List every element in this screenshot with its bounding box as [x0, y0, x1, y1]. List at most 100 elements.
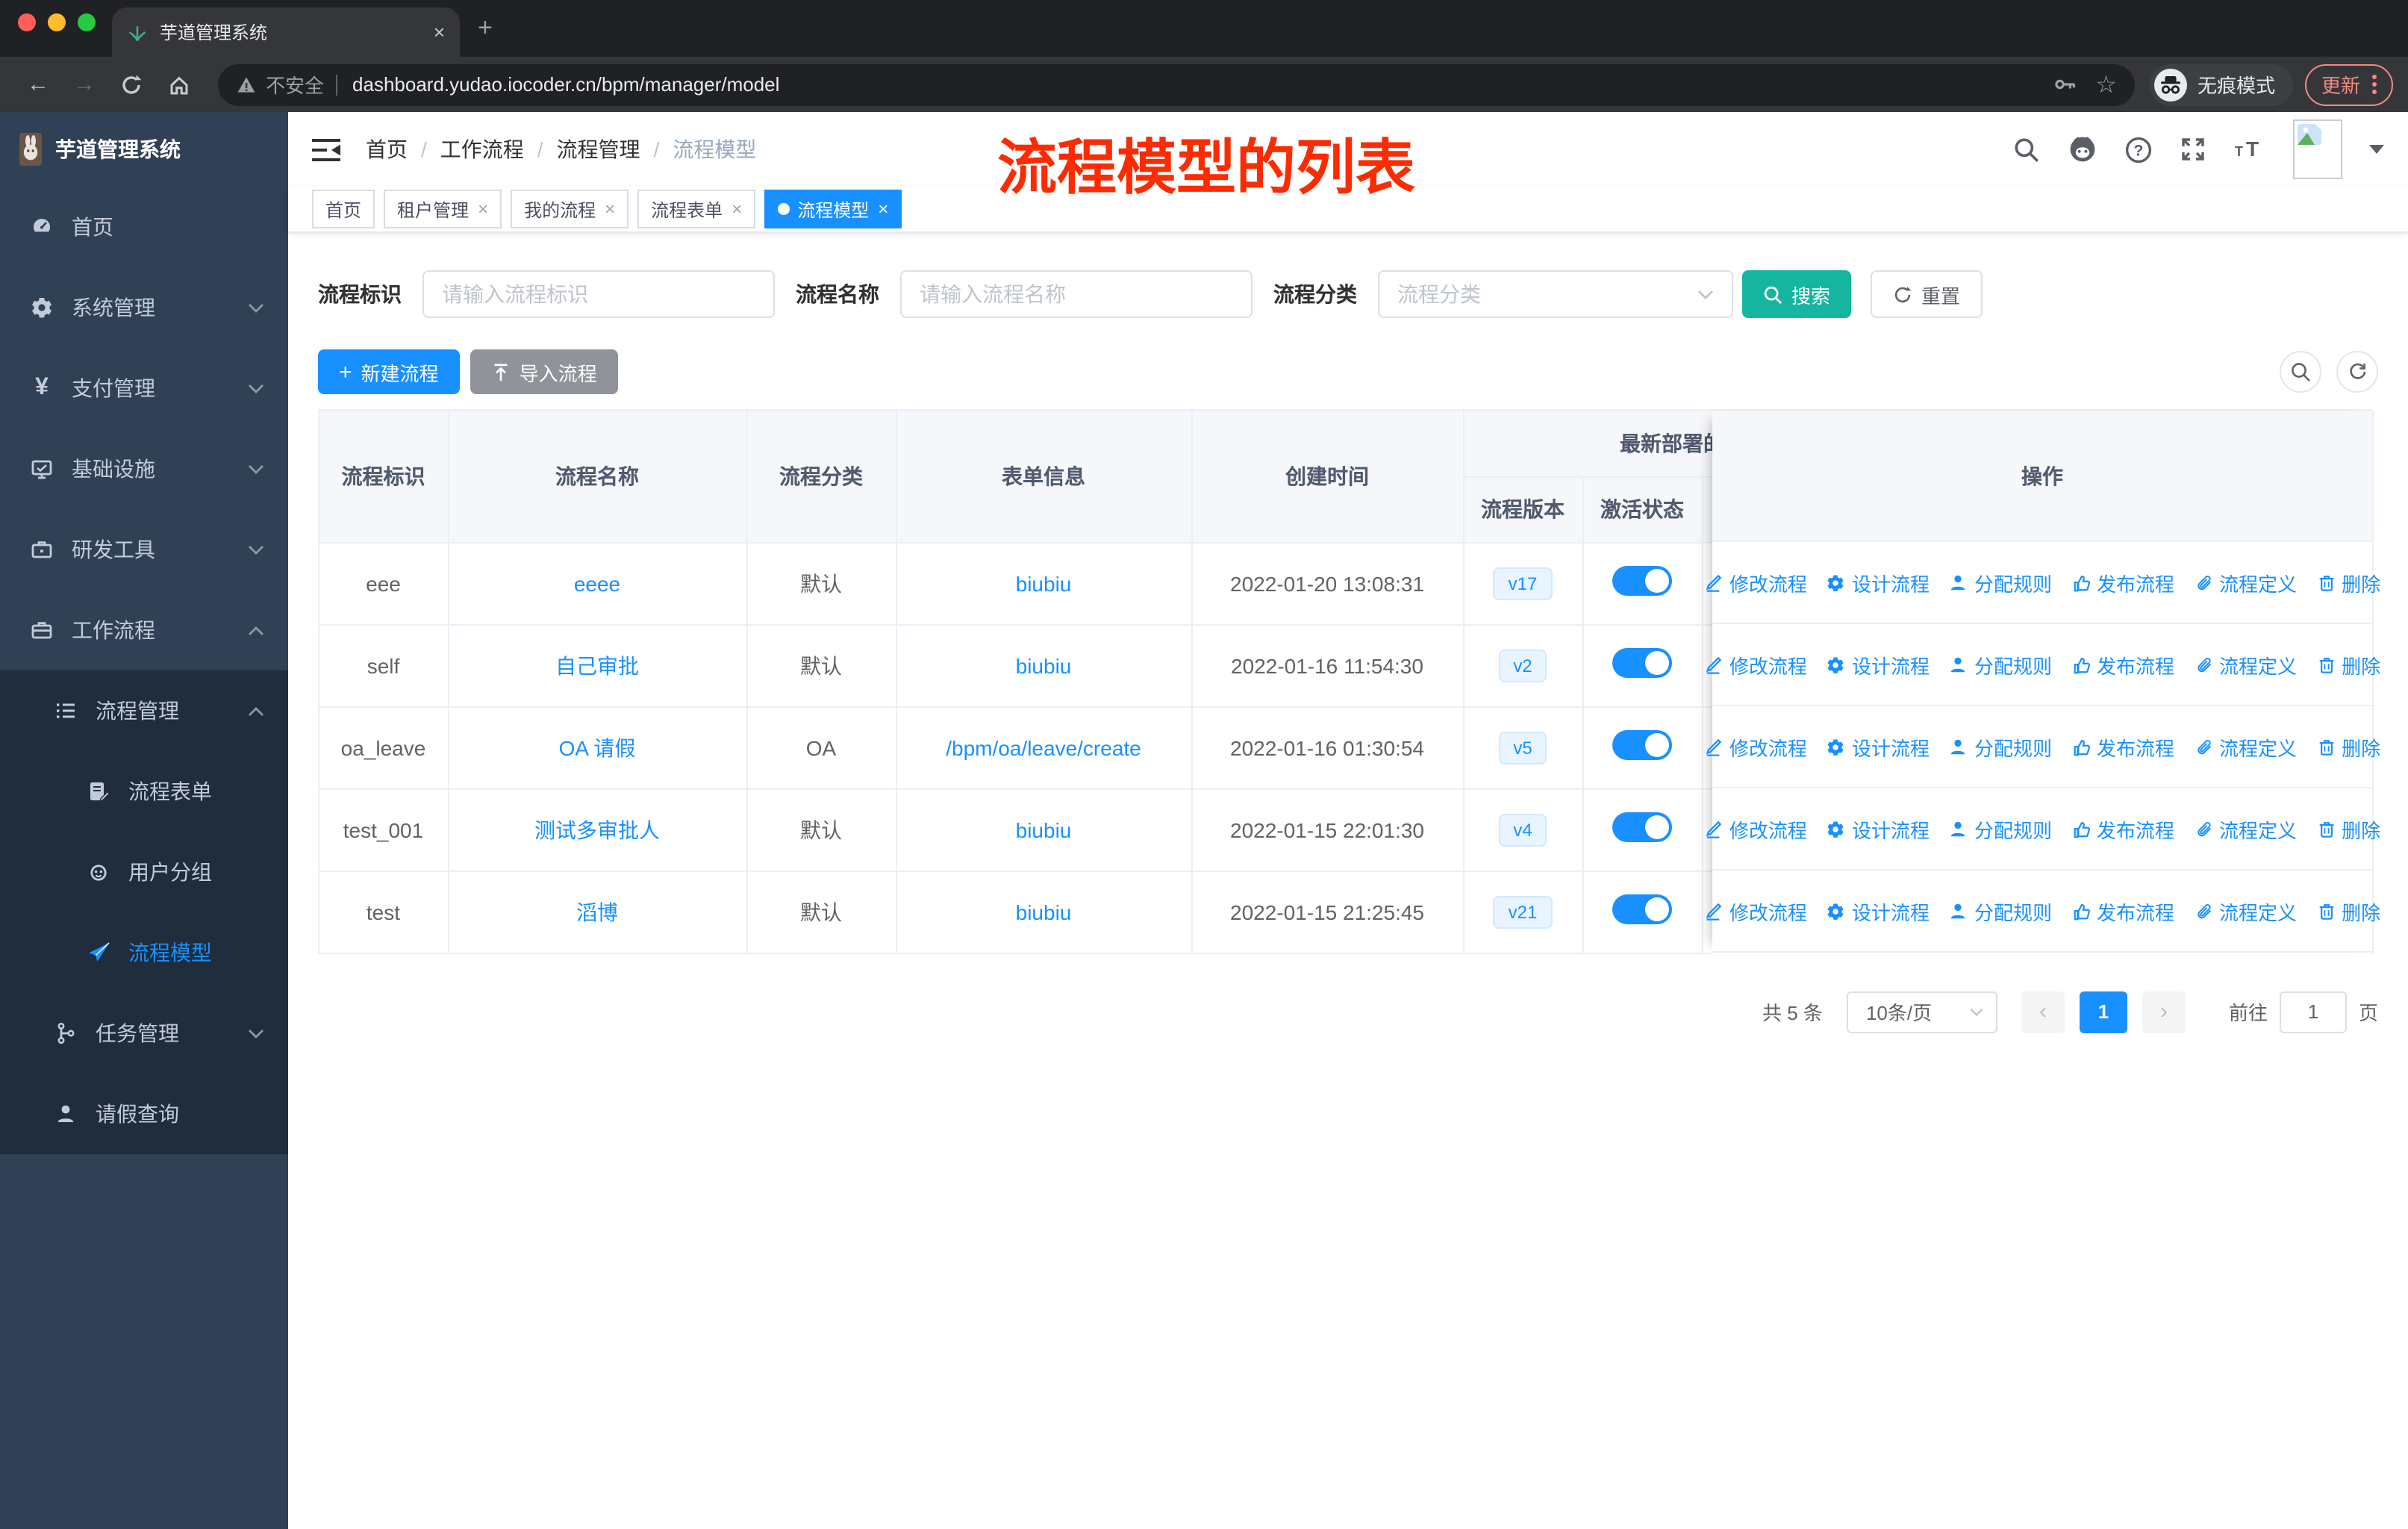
process-definition-link[interactable]: 流程定义: [2194, 732, 2297, 761]
reset-button[interactable]: 重置: [1871, 270, 1983, 318]
reload-icon[interactable]: [119, 72, 143, 96]
refresh-table-button[interactable]: [2336, 351, 2378, 393]
active-status-toggle[interactable]: [1612, 648, 1672, 678]
form-info-link[interactable]: biubiu: [1016, 653, 1072, 677]
next-page-button[interactable]: ›: [2142, 991, 2186, 1033]
tag-close-icon[interactable]: ×: [732, 199, 742, 219]
tag-process-form[interactable]: 流程表单 ×: [637, 190, 756, 228]
model-name-link[interactable]: 自己审批: [555, 653, 639, 677]
breadcrumb-workflow[interactable]: 工作流程: [440, 134, 524, 164]
sidebar-item-infra[interactable]: 基础设施: [0, 429, 288, 509]
create-process-button[interactable]: + 新建流程: [318, 349, 460, 394]
filter-id-input[interactable]: [422, 270, 775, 318]
forward-icon[interactable]: →: [73, 72, 96, 97]
model-name-link[interactable]: OA 请假: [559, 735, 636, 759]
breadcrumb-home[interactable]: 首页: [366, 134, 408, 164]
assign-rule-link[interactable]: 分配规则: [1949, 815, 2052, 843]
process-definition-link[interactable]: 流程定义: [2194, 568, 2297, 597]
design-process-link[interactable]: 设计流程: [1827, 732, 1930, 761]
minimize-window-button[interactable]: [48, 13, 66, 31]
back-icon[interactable]: ←: [27, 72, 49, 97]
filter-category-select[interactable]: 流程分类: [1378, 270, 1733, 318]
github-icon[interactable]: [2068, 134, 2097, 164]
edit-process-link[interactable]: 修改流程: [1704, 650, 1807, 679]
sidebar-item-process-model[interactable]: 流程模型: [0, 912, 288, 993]
tag-close-icon[interactable]: ×: [878, 199, 888, 219]
sidebar-item-home[interactable]: 首页: [0, 187, 288, 267]
model-name-link[interactable]: 测试多审批人: [534, 818, 660, 841]
tag-tenant[interactable]: 租户管理 ×: [384, 190, 502, 228]
delete-link[interactable]: 删除: [2316, 815, 2380, 843]
tag-close-icon[interactable]: ×: [478, 199, 488, 219]
form-info-link[interactable]: biubiu: [1016, 900, 1072, 924]
design-process-link[interactable]: 设计流程: [1827, 815, 1930, 843]
home-icon[interactable]: [167, 72, 191, 96]
publish-process-link[interactable]: 发布流程: [2071, 897, 2174, 925]
help-icon[interactable]: ?: [2124, 135, 2153, 164]
form-info-link[interactable]: biubiu: [1016, 571, 1072, 595]
design-process-link[interactable]: 设计流程: [1827, 897, 1930, 925]
publish-process-link[interactable]: 发布流程: [2071, 732, 2174, 761]
delete-link[interactable]: 删除: [2316, 650, 2380, 679]
filter-name-input[interactable]: [900, 270, 1253, 318]
model-name-link[interactable]: eeee: [574, 571, 620, 595]
import-process-button[interactable]: 导入流程: [470, 349, 618, 394]
avatar[interactable]: [2293, 119, 2342, 179]
tag-my-process[interactable]: 我的流程 ×: [511, 190, 629, 228]
search-button[interactable]: 搜索: [1742, 270, 1852, 318]
search-icon[interactable]: [2012, 135, 2041, 164]
process-definition-link[interactable]: 流程定义: [2194, 650, 2297, 679]
active-status-toggle[interactable]: [1612, 730, 1672, 760]
form-info-link[interactable]: /bpm/oa/leave/create: [946, 735, 1141, 759]
sidebar-item-payment[interactable]: ¥ 支付管理: [0, 348, 288, 429]
edit-process-link[interactable]: 修改流程: [1704, 732, 1807, 761]
browser-tab[interactable]: 芋道管理系统 ×: [112, 7, 460, 57]
new-tab-button[interactable]: +: [478, 13, 493, 43]
page-number-current[interactable]: 1: [2079, 991, 2127, 1033]
delete-link[interactable]: 删除: [2316, 897, 2380, 925]
publish-process-link[interactable]: 发布流程: [2071, 650, 2174, 679]
tag-close-icon[interactable]: ×: [605, 199, 615, 219]
tag-process-model[interactable]: 流程模型 ×: [764, 190, 902, 228]
bookmark-star-icon[interactable]: ☆: [2095, 69, 2117, 99]
edit-process-link[interactable]: 修改流程: [1704, 897, 1807, 925]
delete-link[interactable]: 删除: [2316, 568, 2380, 597]
sidebar-item-process-form[interactable]: 流程表单: [0, 751, 288, 832]
design-process-link[interactable]: 设计流程: [1827, 568, 1930, 597]
sidebar-item-workflow[interactable]: 工作流程: [0, 590, 288, 670]
design-process-link[interactable]: 设计流程: [1827, 650, 1930, 679]
security-warning-icon[interactable]: [236, 74, 257, 95]
breadcrumb-process-mgmt[interactable]: 流程管理: [557, 134, 640, 164]
assign-rule-link[interactable]: 分配规则: [1949, 650, 2052, 679]
url-bar[interactable]: 不安全 dashboard.yudao.iocoder.cn/bpm/manag…: [218, 63, 2135, 105]
edit-process-link[interactable]: 修改流程: [1704, 815, 1807, 843]
form-info-link[interactable]: biubiu: [1016, 818, 1072, 841]
password-key-icon[interactable]: [2052, 72, 2077, 97]
process-definition-link[interactable]: 流程定义: [2194, 897, 2297, 925]
model-name-link[interactable]: 滔博: [576, 900, 618, 924]
avatar-dropdown-icon[interactable]: [2369, 145, 2384, 154]
edit-process-link[interactable]: 修改流程: [1704, 568, 1807, 597]
active-status-toggle[interactable]: [1612, 894, 1672, 924]
sidebar-item-task-mgmt[interactable]: 任务管理: [0, 993, 288, 1074]
assign-rule-link[interactable]: 分配规则: [1949, 732, 2052, 761]
prev-page-button[interactable]: ‹: [2021, 991, 2065, 1033]
font-size-icon[interactable]: TT: [2233, 136, 2266, 163]
fullscreen-icon[interactable]: [2180, 136, 2206, 163]
show-search-button[interactable]: [2280, 351, 2321, 393]
publish-process-link[interactable]: 发布流程: [2071, 568, 2174, 597]
goto-page-input[interactable]: [2279, 991, 2347, 1033]
sidebar-item-leave-query[interactable]: 请假查询: [0, 1074, 288, 1154]
process-definition-link[interactable]: 流程定义: [2194, 815, 2297, 843]
tab-close-icon[interactable]: ×: [434, 21, 445, 43]
tag-home[interactable]: 首页: [312, 190, 375, 228]
sidebar-fold-icon[interactable]: [312, 137, 342, 162]
update-chip[interactable]: 更新: [2304, 63, 2393, 105]
assign-rule-link[interactable]: 分配规则: [1949, 568, 2052, 597]
close-window-button[interactable]: [18, 13, 36, 31]
delete-link[interactable]: 删除: [2316, 732, 2380, 761]
assign-rule-link[interactable]: 分配规则: [1949, 897, 2052, 925]
sidebar-item-system[interactable]: 系统管理: [0, 267, 288, 348]
sidebar-item-process-mgmt[interactable]: 流程管理: [0, 670, 288, 751]
active-status-toggle[interactable]: [1612, 566, 1672, 596]
